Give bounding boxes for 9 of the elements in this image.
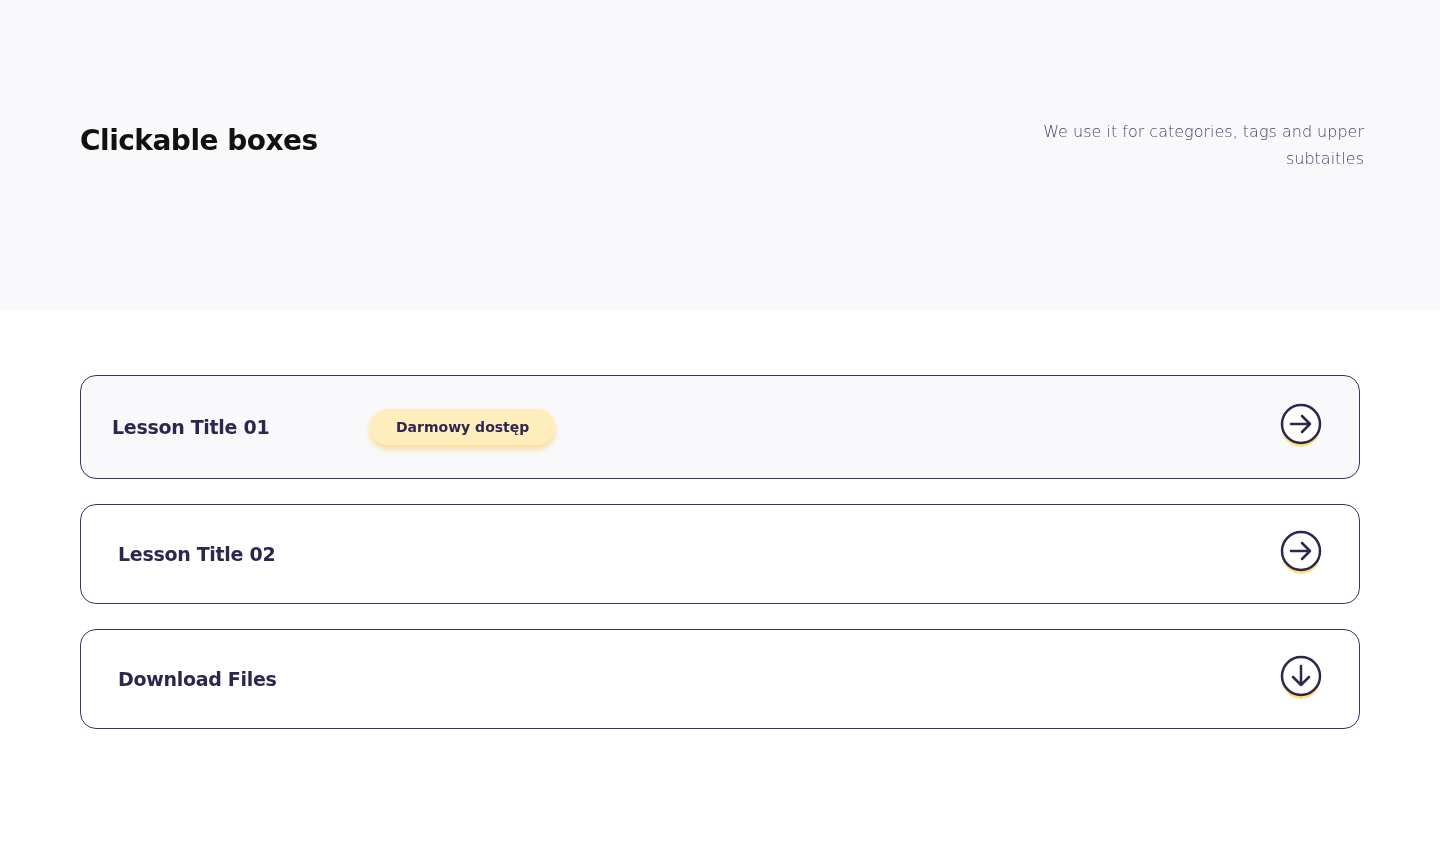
page-title: Clickable boxes — [80, 124, 318, 157]
page-description: We use it for categories, tags and upper subtaitles — [1042, 121, 1364, 170]
box-title: Lesson Title 01 — [112, 416, 271, 438]
clickable-box[interactable]: Lesson Title 02 — [80, 504, 1360, 604]
clickable-box[interactable]: Lesson Title 01 Darmowy dostęp — [80, 375, 1360, 479]
clickable-box[interactable]: Download Files — [80, 629, 1360, 729]
box-title: Lesson Title 02 — [118, 543, 277, 565]
free-access-badge: Darmowy dostęp — [370, 409, 556, 445]
box-title: Download Files — [118, 668, 278, 690]
